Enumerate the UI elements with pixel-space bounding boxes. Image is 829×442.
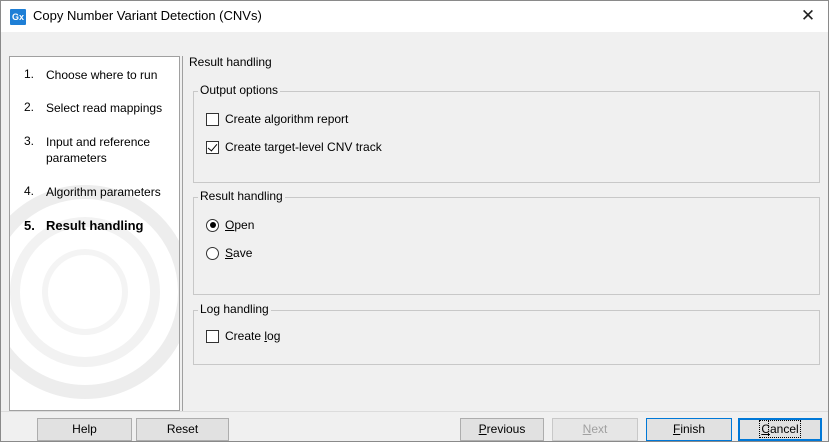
checkbox-label: Create algorithm report <box>225 112 349 126</box>
checkbox-box[interactable] <box>206 140 219 154</box>
footer-separator <box>1 411 828 412</box>
step-label: Result handling <box>46 218 144 233</box>
checkbox-box[interactable] <box>206 112 219 126</box>
save-radio[interactable]: Save <box>206 246 252 260</box>
cancel-button[interactable]: Cancel <box>738 418 822 441</box>
step-number: 3. <box>24 134 35 148</box>
radio-button[interactable] <box>206 218 219 232</box>
dialog-window: Gx Copy Number Variant Detection (CNVs) … <box>0 0 829 442</box>
output-options-group: Output options Create algorithm report C… <box>193 83 820 183</box>
next-button[interactable]: Next <box>552 418 638 441</box>
reset-button[interactable]: Reset <box>136 418 229 441</box>
step-number: 4. <box>24 184 35 198</box>
checkbox-label: Create target-level CNV track <box>225 140 382 154</box>
previous-button[interactable]: Previous <box>460 418 544 441</box>
radio-label: Open <box>225 218 255 232</box>
step-label: Choose where to run <box>46 68 158 82</box>
open-radio[interactable]: Open <box>206 218 254 232</box>
radio-label: Save <box>225 246 253 260</box>
step-number: 2. <box>24 100 35 114</box>
checkbox-label: Create log <box>225 329 281 343</box>
step-label: Select read mappings <box>46 101 163 115</box>
close-icon[interactable]: ✕ <box>788 1 828 32</box>
step-select-read-mappings[interactable]: 2. Select read mappings <box>24 100 176 116</box>
create-log-checkbox[interactable]: Create log <box>206 329 280 343</box>
result-handling-group: Result handling Open Save <box>193 189 820 295</box>
step-algorithm-parameters[interactable]: 4. Algorithm parameters <box>24 184 176 200</box>
group-legend: Log handling <box>198 302 271 316</box>
page-title: Result handling <box>189 55 272 69</box>
radio-button[interactable] <box>206 246 219 260</box>
group-legend: Result handling <box>198 189 285 203</box>
step-label: Input and reference parameters <box>46 135 151 165</box>
app-logo-icon: Gx <box>10 9 26 25</box>
create-cnv-track-checkbox[interactable]: Create target-level CNV track <box>206 140 382 154</box>
finish-button[interactable]: Finish <box>646 418 732 441</box>
log-handling-group: Log handling Create log <box>193 302 820 365</box>
create-algorithm-report-checkbox[interactable]: Create algorithm report <box>206 112 348 126</box>
step-choose-where-to-run[interactable]: 1. Choose where to run <box>24 67 176 83</box>
dna-watermark-icon <box>10 185 179 399</box>
step-number: 5. <box>24 218 35 233</box>
step-label: Algorithm parameters <box>46 185 161 199</box>
group-legend: Output options <box>198 83 281 97</box>
pane-divider <box>182 56 183 411</box>
title-bar: Gx Copy Number Variant Detection (CNVs) … <box>1 1 828 32</box>
step-input-reference-parameters[interactable]: 3. Input and reference parameters <box>24 134 156 166</box>
wizard-steps-panel: 1. Choose where to run 2. Select read ma… <box>9 56 180 411</box>
help-button[interactable]: Help <box>37 418 132 441</box>
step-number: 1. <box>24 67 35 81</box>
checkbox-box[interactable] <box>206 329 219 343</box>
window-title: Copy Number Variant Detection (CNVs) <box>33 8 262 23</box>
step-result-handling[interactable]: 5. Result handling <box>24 218 176 234</box>
